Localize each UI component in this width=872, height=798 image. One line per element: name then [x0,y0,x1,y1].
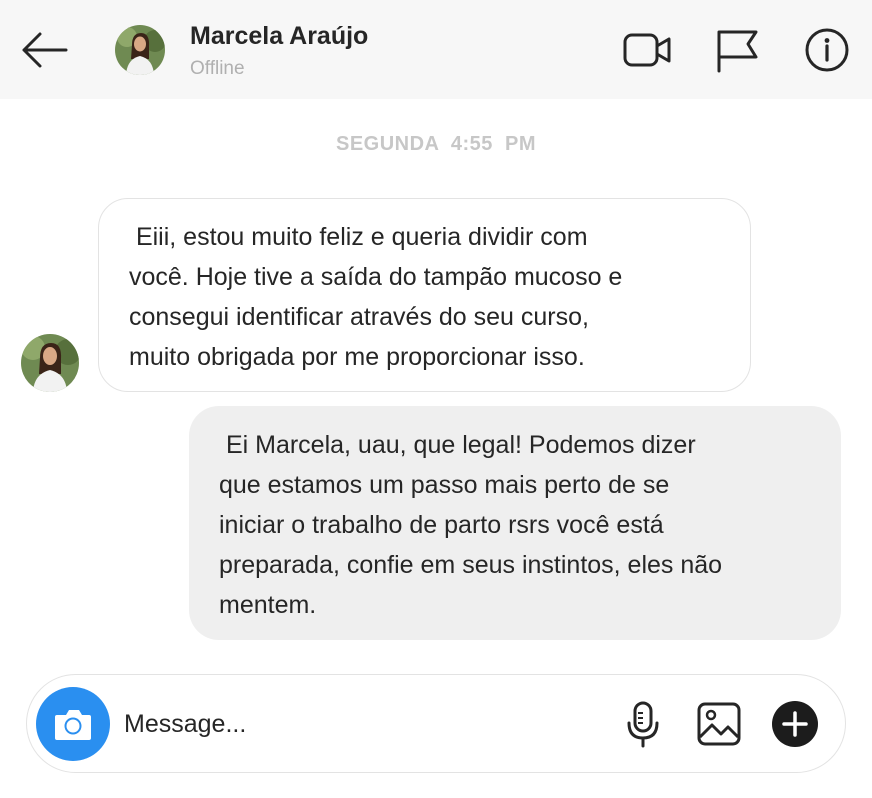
video-call-button[interactable] [622,27,672,73]
sender-avatar[interactable] [21,334,79,392]
video-call-icon [623,33,671,67]
message-composer [26,674,846,773]
contact-status: Offline [190,58,245,79]
chat-header: Marcela Araújo Offline [0,0,872,99]
flag-icon [717,30,758,73]
more-options-button[interactable] [771,700,819,748]
contact-avatar[interactable] [115,25,165,75]
gallery-button[interactable] [695,700,743,748]
microphone-icon [627,701,659,748]
camera-button[interactable] [36,687,110,761]
info-icon [805,28,849,72]
plus-icon [772,701,818,747]
gallery-icon [697,702,741,746]
contact-name[interactable]: Marcela Araújo [190,22,368,51]
back-arrow-icon [22,32,68,68]
info-button[interactable] [802,27,852,73]
message-input[interactable] [124,703,604,745]
back-button[interactable] [18,27,70,73]
outgoing-message-bubble[interactable]: Ei Marcela, uau, que legal! Podemos dize… [189,406,841,640]
camera-icon [55,710,91,740]
message-timestamp: SEGUNDA 4:55 PM [335,133,537,155]
report-button[interactable] [712,27,762,73]
incoming-message-bubble[interactable]: Eiii, estou muito feliz e queria dividir… [98,198,751,392]
voice-message-button[interactable] [619,700,667,748]
